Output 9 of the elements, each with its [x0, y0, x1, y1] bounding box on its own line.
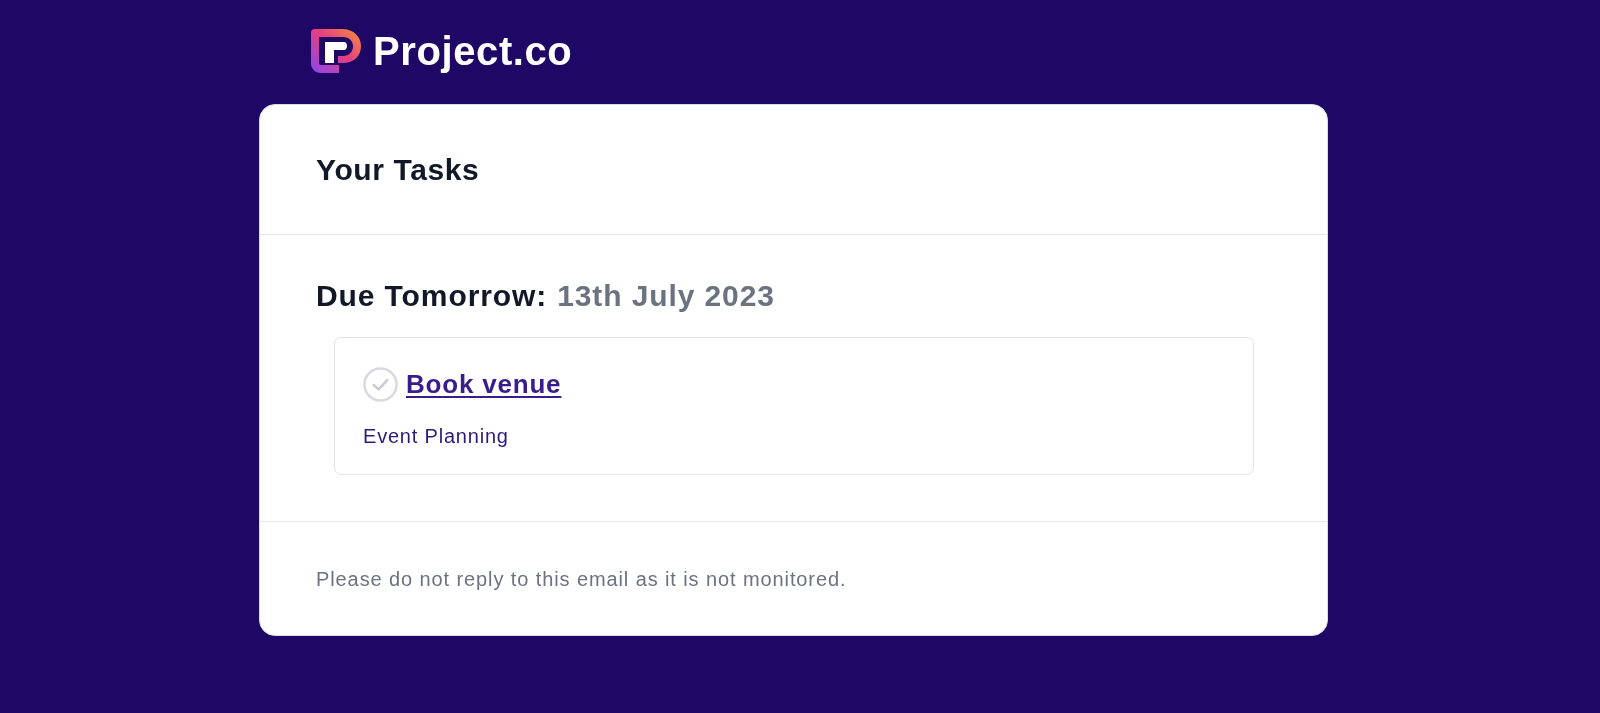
- brand-name: Project.co: [373, 31, 573, 71]
- task-title-link[interactable]: Book venue: [406, 368, 562, 401]
- task-project: Event Planning: [363, 424, 510, 448]
- due-date: 13th July 2023: [557, 278, 775, 314]
- footer-note: Please do not reply to this email as it is not monitored.: [316, 566, 847, 591]
- check-circle-icon[interactable]: [363, 367, 398, 402]
- logo-icon: [311, 29, 361, 73]
- card-title: Your Tasks: [316, 151, 480, 188]
- due-label: Due Tomorrow:: [316, 278, 548, 314]
